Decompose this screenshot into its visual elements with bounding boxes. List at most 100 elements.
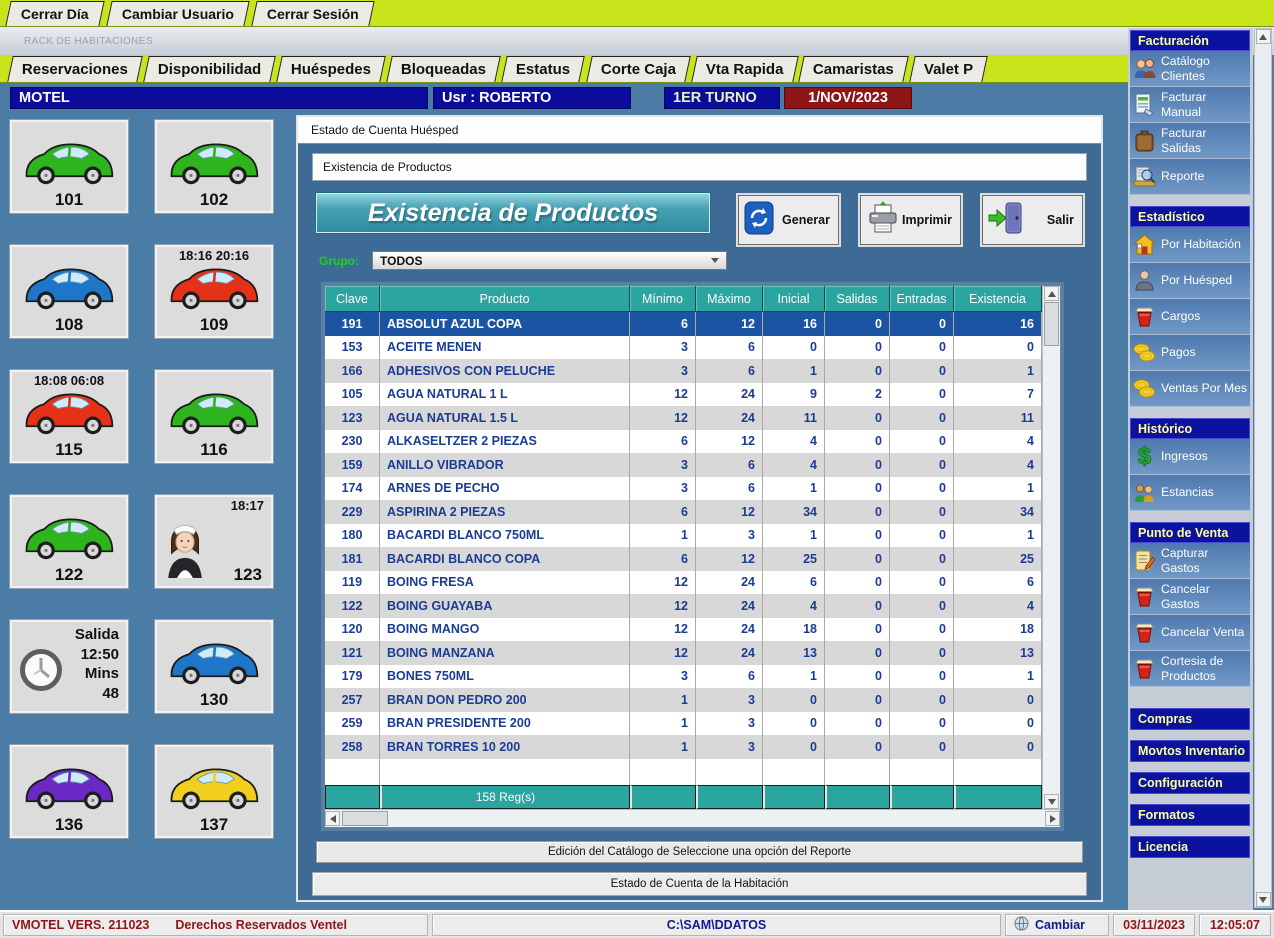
sidebar-button-compras[interactable]: Compras [1130, 708, 1250, 730]
sidebar-item-pagos[interactable]: Pagos [1130, 335, 1250, 371]
tab-camaristas[interactable]: Camaristas [798, 56, 908, 82]
vertical-scroll-thumb[interactable] [1044, 302, 1059, 346]
tab-huéspedes[interactable]: Huéspedes [276, 56, 386, 82]
table-row[interactable]: 105AGUA NATURAL 1 L12249207 [325, 383, 1042, 407]
sidebar-item-capturar-gastos[interactable]: Capturar Gastos [1130, 543, 1250, 579]
room-card-122[interactable]: 122 [10, 495, 128, 588]
scroll-up-icon[interactable] [1044, 286, 1059, 301]
table-row[interactable]: 159ANILLO VIBRADOR364004 [325, 453, 1042, 477]
table-row[interactable]: 166ADHESIVOS CON PELUCHE361001 [325, 359, 1042, 383]
tab-estatus[interactable]: Estatus [502, 56, 586, 82]
tab-disponibilidad[interactable]: Disponibilidad [143, 56, 276, 82]
room-card-108[interactable]: 108 [10, 245, 128, 338]
sidebar-item-facturar-salidas[interactable]: Facturar Salidas [1130, 123, 1250, 159]
table-vertical-scrollbar[interactable] [1042, 286, 1060, 809]
table-cell: 0 [890, 524, 954, 548]
sidebar-button-formatos[interactable]: Formatos [1130, 804, 1250, 826]
sidebar-item-estancias[interactable]: Estancias [1130, 475, 1250, 511]
room-card-137[interactable]: 137 [155, 745, 273, 838]
table-row[interactable]: 258BRAN TORRES 10 200130000 [325, 735, 1042, 759]
guest-icon [1131, 270, 1158, 291]
tab-reservaciones[interactable]: Reservaciones [7, 56, 142, 82]
table-row[interactable]: 257BRAN DON PEDRO 200130000 [325, 688, 1042, 712]
imprimir-button[interactable]: Imprimir [860, 195, 961, 245]
change-button[interactable]: Cambiar [1005, 914, 1109, 936]
column-header: Inicial [763, 286, 825, 312]
table-row[interactable]: 179BONES 750ML361001 [325, 665, 1042, 689]
table-cell: 0 [763, 336, 825, 360]
table-row[interactable]: 122BOING GUAYABA12244004 [325, 594, 1042, 618]
table-row[interactable]: 181BACARDI BLANCO COPA612250025 [325, 547, 1042, 571]
generar-button[interactable]: Generar [738, 195, 839, 245]
table-row[interactable]: 259BRAN PRESIDENTE 200130000 [325, 712, 1042, 736]
table-horizontal-scrollbar[interactable] [325, 809, 1060, 827]
table-cell: BACARDI BLANCO COPA [380, 547, 630, 571]
table-row[interactable]: 191ABSOLUT AZUL COPA612160016 [325, 312, 1042, 336]
scroll-left-icon[interactable] [325, 811, 340, 826]
table-row[interactable]: 120BOING MANGO1224180018 [325, 618, 1042, 642]
report-icon [1131, 165, 1158, 188]
room-card-102[interactable]: 102 [155, 120, 273, 213]
table-row[interactable]: 174ARNES DE PECHO361001 [325, 477, 1042, 501]
table-cell: 3 [696, 688, 763, 712]
table-row[interactable]: 123AGUA NATURAL 1.5 L1224110011 [325, 406, 1042, 430]
sidebar-item-ingresos[interactable]: $Ingresos [1130, 439, 1250, 475]
room-card-123[interactable]: 18:17123 [155, 495, 273, 588]
tab-vta-rapida[interactable]: Vta Rapida [691, 56, 798, 82]
table-row[interactable]: 230ALKASELTZER 2 PIEZAS6124004 [325, 430, 1042, 454]
room-card-101[interactable]: 101 [10, 120, 128, 213]
charge-icon [1131, 306, 1158, 327]
sidebar-item-label: Cortesia de Productos [1161, 654, 1249, 683]
table-cell: 1 [763, 359, 825, 383]
table-cell: 0 [825, 665, 890, 689]
sidebar-button-movtos-inventario[interactable]: Movtos Inventario [1130, 740, 1250, 762]
table-row[interactable]: 229ASPIRINA 2 PIEZAS612340034 [325, 500, 1042, 524]
menu-tab-cerrar-sesión[interactable]: Cerrar Sesión [251, 1, 374, 26]
sidebar-item-label: Reporte [1161, 169, 1204, 184]
table-cell: 0 [890, 571, 954, 595]
scroll-right-icon[interactable] [1045, 811, 1060, 826]
sidebar-item-catálogo-clientes[interactable]: Catálogo Clientes [1130, 51, 1250, 87]
tab-corte-caja[interactable]: Corte Caja [586, 56, 691, 82]
sidebar-button-configuración[interactable]: Configuración [1130, 772, 1250, 794]
room-card-130[interactable]: 130 [155, 620, 273, 713]
table-cell: 0 [763, 712, 825, 736]
sidebar-item-label: Por Huésped [1161, 273, 1232, 288]
sidebar-item-cancelar-gastos[interactable]: Cancelar Gastos [1130, 579, 1250, 615]
section-gap [1130, 511, 1250, 522]
sidebar-item-cortesia-de-productos[interactable]: Cortesia de Productos [1130, 651, 1250, 687]
page-scroll-up-icon[interactable] [1256, 29, 1271, 44]
tab-valet-p[interactable]: Valet P [909, 56, 988, 82]
menu-tab-cerrar-día[interactable]: Cerrar Día [5, 1, 104, 26]
table-row[interactable]: 153ACEITE MENEN360000 [325, 336, 1042, 360]
status-date: 03/11/2023 [1113, 914, 1195, 936]
sidebar-item-ventas-por-mes[interactable]: Ventas Por Mes [1130, 371, 1250, 407]
page-scrollbar[interactable] [1254, 28, 1272, 908]
table-row[interactable]: 121BOING MANZANA1224130013 [325, 641, 1042, 665]
room-card-116[interactable]: 116 [155, 370, 273, 463]
sidebar-button-licencia[interactable]: Licencia [1130, 836, 1250, 858]
salir-button[interactable]: Salir [982, 195, 1083, 245]
table-cell: BOING MANGO [380, 618, 630, 642]
sidebar-item-por-habitación[interactable]: Por Habitación [1130, 227, 1250, 263]
room-card-136[interactable]: 136 [10, 745, 128, 838]
group-dropdown[interactable]: TODOS [372, 251, 727, 270]
sidebar-item-reporte[interactable]: Reporte [1130, 159, 1250, 195]
table-cell: 0 [954, 712, 1042, 736]
room-card-109[interactable]: 18:16 20:16109 [155, 245, 273, 338]
chevron-down-icon[interactable] [711, 258, 719, 263]
table-row[interactable]: 180BACARDI BLANCO 750ML131001 [325, 524, 1042, 548]
menu-tab-cambiar-usuario[interactable]: Cambiar Usuario [106, 1, 249, 26]
sidebar-item-por-huésped[interactable]: Por Huésped [1130, 263, 1250, 299]
sidebar-item-cargos[interactable]: Cargos [1130, 299, 1250, 335]
room-card-salida[interactable]: Salida12:50Mins48 [10, 620, 128, 713]
page-scroll-down-icon[interactable] [1256, 892, 1271, 907]
sidebar-item-facturar-manual[interactable]: Facturar Manual [1130, 87, 1250, 123]
scroll-down-icon[interactable] [1044, 794, 1059, 809]
horizontal-scroll-thumb[interactable] [342, 811, 388, 826]
table-row[interactable]: 119BOING FRESA12246006 [325, 571, 1042, 595]
room-card-115[interactable]: 18:08 06:08115 [10, 370, 128, 463]
sidebar-item-cancelar-venta[interactable]: Cancelar Venta [1130, 615, 1250, 651]
table-cell: 0 [825, 312, 890, 336]
tab-bloqueadas[interactable]: Bloqueadas [387, 56, 502, 82]
